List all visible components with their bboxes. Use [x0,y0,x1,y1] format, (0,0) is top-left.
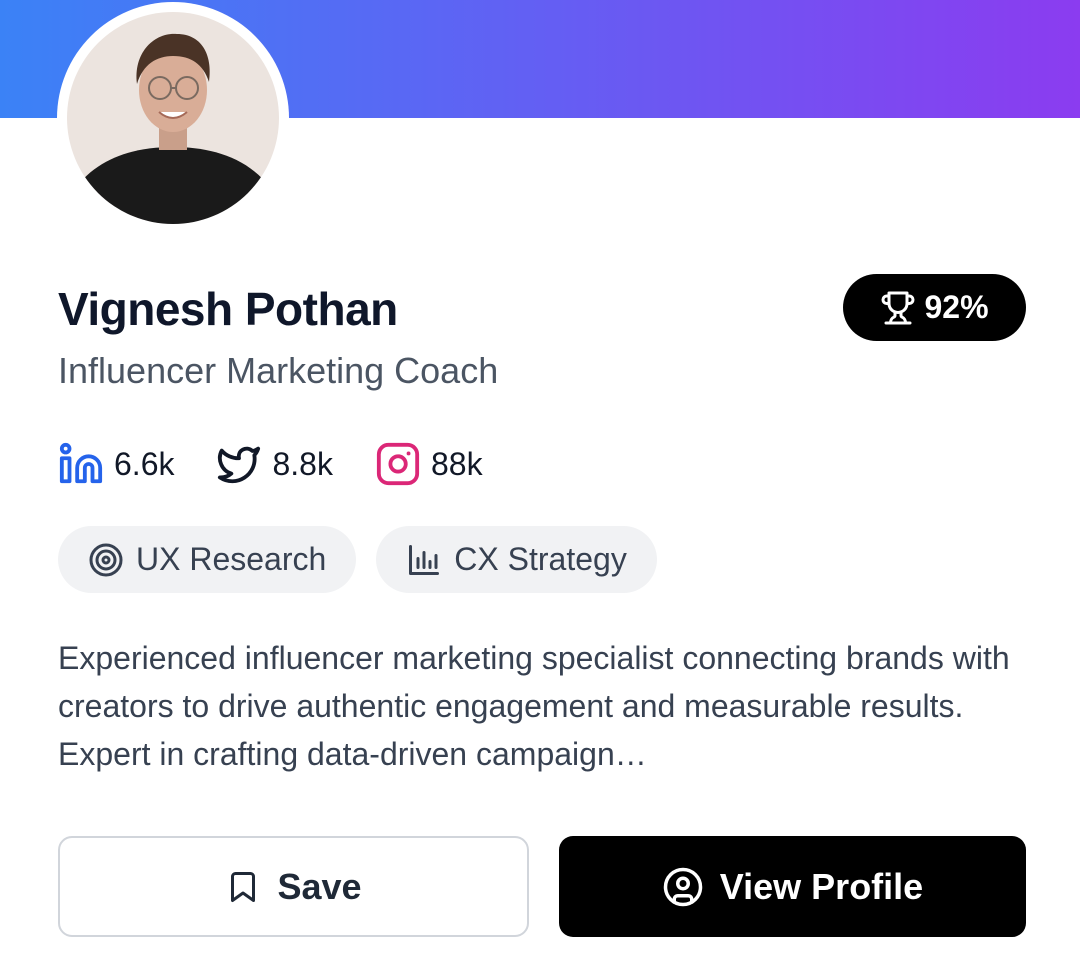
trophy-icon [881,291,915,324]
twitter-icon [218,446,261,484]
tag-ux-research[interactable]: UX Research [58,526,357,593]
user-circle-icon [663,867,703,906]
skill-tags: UX Research CX Strategy [58,526,657,593]
instagram-count: 88k [430,445,483,482]
linkedin-count: 6.6k [114,445,175,482]
profile-name: Vignesh Pothan [58,283,398,335]
save-button-label: Save [277,865,362,907]
tag-label: UX Research [136,541,327,577]
social-linkedin[interactable]: 6.6k [58,441,174,487]
bar-chart-icon [409,544,440,575]
social-stats: 6.6k 8.8k 88k [58,438,525,490]
score-badge: 92% [843,274,1026,341]
profile-card: Vignesh Pothan Influencer Marketing Coac… [0,0,1080,980]
target-icon [89,543,123,576]
twitter-count: 8.8k [272,445,333,482]
social-twitter[interactable]: 8.8k [216,441,333,487]
bookmark-icon [231,871,256,902]
instagram-icon [376,442,420,486]
view-profile-button[interactable]: View Profile [559,836,1026,937]
avatar [57,2,289,234]
tag-label: CX Strategy [454,541,627,577]
tag-cx-strategy[interactable]: CX Strategy [376,526,657,593]
profile-bio: Experienced influencer marketing special… [58,640,1010,772]
social-instagram[interactable]: 88k [375,441,483,487]
view-profile-label: View Profile [719,865,924,907]
linkedin-icon [59,442,103,484]
save-button[interactable]: Save [58,836,529,937]
score-value: 92% [924,289,989,325]
avatar-photo [67,12,279,224]
profile-title: Influencer Marketing Coach [58,350,499,391]
